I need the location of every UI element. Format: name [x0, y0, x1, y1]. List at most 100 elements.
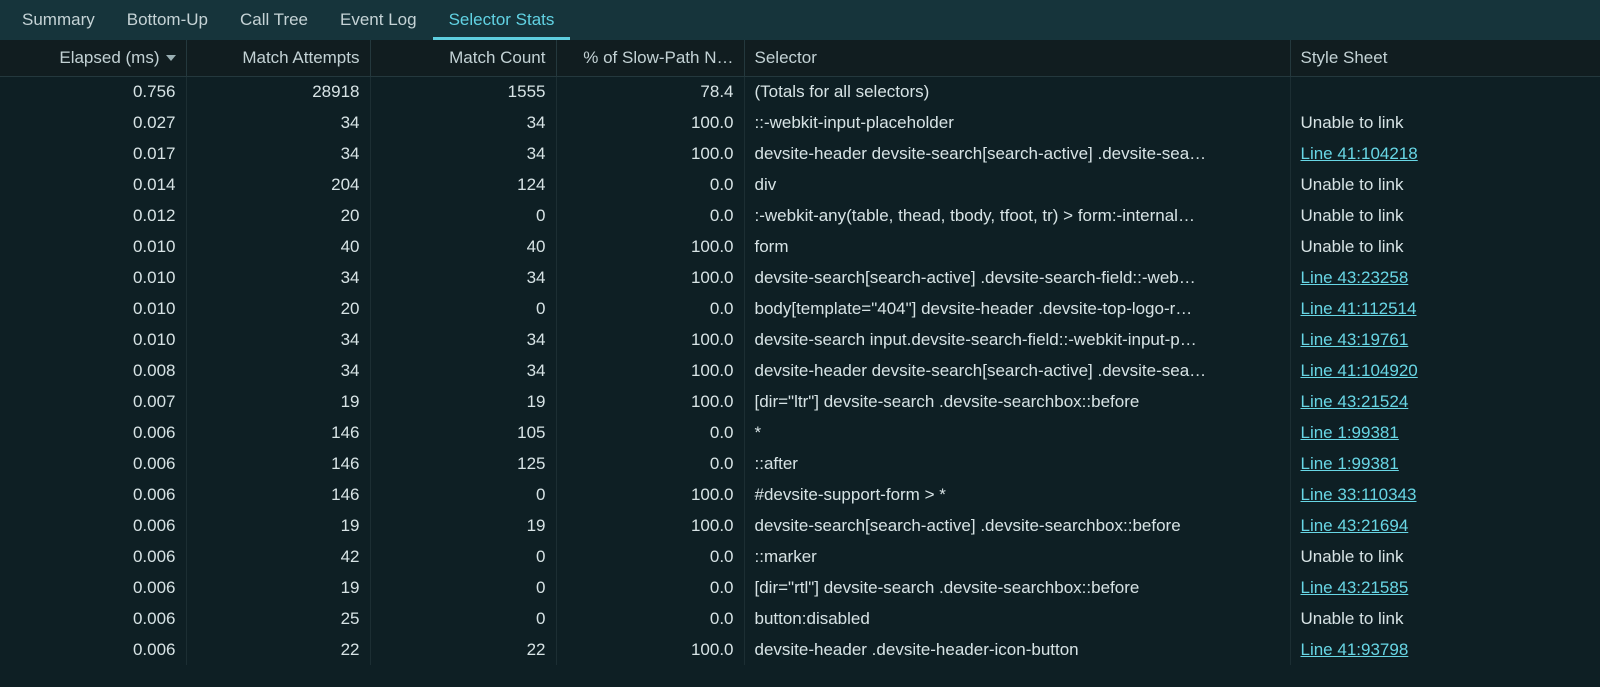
cell-pct: 100.0 [556, 386, 744, 417]
table-row[interactable]: 0.0071919100.0[dir="ltr"] devsite-search… [0, 386, 1600, 417]
column-header-count[interactable]: Match Count [370, 40, 556, 76]
table-row[interactable]: 0.75628918155578.4(Totals for all select… [0, 76, 1600, 107]
tab-call-tree[interactable]: Call Tree [224, 0, 324, 40]
column-header-elapsed[interactable]: Elapsed (ms) [0, 40, 186, 76]
style-sheet-unlinked: Unable to link [1301, 175, 1404, 194]
cell-style-sheet: Line 41:93798 [1290, 634, 1600, 665]
cell-pct: 100.0 [556, 231, 744, 262]
cell-elapsed: 0.017 [0, 138, 186, 169]
cell-style-sheet [1290, 76, 1600, 107]
cell-elapsed: 0.006 [0, 603, 186, 634]
cell-count: 0 [370, 479, 556, 510]
cell-pct: 0.0 [556, 200, 744, 231]
column-header-attempts[interactable]: Match Attempts [186, 40, 370, 76]
table-row[interactable]: 0.0104040100.0formUnable to link [0, 231, 1600, 262]
cell-attempts: 40 [186, 231, 370, 262]
column-header-label: Style Sheet [1301, 48, 1388, 67]
cell-selector: devsite-header .devsite-header-icon-butt… [744, 634, 1290, 665]
style-sheet-link[interactable]: Line 41:93798 [1301, 640, 1409, 659]
cell-attempts: 34 [186, 262, 370, 293]
style-sheet-link[interactable]: Line 1:99381 [1301, 423, 1399, 442]
cell-attempts: 20 [186, 293, 370, 324]
table-row[interactable]: 0.0103434100.0devsite-search input.devsi… [0, 324, 1600, 355]
cell-pct: 0.0 [556, 603, 744, 634]
cell-attempts: 146 [186, 417, 370, 448]
cell-count: 1555 [370, 76, 556, 107]
table-row[interactable]: 0.0062222100.0devsite-header .devsite-he… [0, 634, 1600, 665]
table-body: 0.75628918155578.4(Totals for all select… [0, 76, 1600, 665]
table-row[interactable]: 0.0083434100.0devsite-header devsite-sea… [0, 355, 1600, 386]
table-row[interactable]: 0.0102000.0body[template="404"] devsite-… [0, 293, 1600, 324]
table-row[interactable]: 0.0062500.0button:disabledUnable to link [0, 603, 1600, 634]
cell-selector: devsite-header devsite-search[search-act… [744, 138, 1290, 169]
table-row[interactable]: 0.0142041240.0divUnable to link [0, 169, 1600, 200]
cell-pct: 100.0 [556, 262, 744, 293]
cell-attempts: 25 [186, 603, 370, 634]
selector-stats-table: Elapsed (ms)Match Attempts Match Count % o… [0, 40, 1600, 665]
table-row[interactable]: 0.0061460100.0#devsite-support-form > *L… [0, 479, 1600, 510]
table-row[interactable]: 0.0061461250.0::afterLine 1:99381 [0, 448, 1600, 479]
cell-pct: 100.0 [556, 138, 744, 169]
cell-attempts: 22 [186, 634, 370, 665]
cell-elapsed: 0.010 [0, 324, 186, 355]
tab-summary[interactable]: Summary [6, 0, 111, 40]
cell-pct: 100.0 [556, 324, 744, 355]
tab-bottom-up[interactable]: Bottom-Up [111, 0, 224, 40]
style-sheet-link[interactable]: Line 43:19761 [1301, 330, 1409, 349]
cell-selector: * [744, 417, 1290, 448]
cell-count: 0 [370, 541, 556, 572]
style-sheet-link[interactable]: Line 1:99381 [1301, 454, 1399, 473]
cell-style-sheet: Unable to link [1290, 169, 1600, 200]
cell-selector: (Totals for all selectors) [744, 76, 1290, 107]
table-row[interactable]: 0.0061900.0[dir="rtl"] devsite-search .d… [0, 572, 1600, 603]
table-row[interactable]: 0.0064200.0::markerUnable to link [0, 541, 1600, 572]
cell-attempts: 34 [186, 138, 370, 169]
cell-attempts: 20 [186, 200, 370, 231]
cell-count: 34 [370, 324, 556, 355]
style-sheet-link[interactable]: Line 43:21585 [1301, 578, 1409, 597]
sort-indicator-icon [166, 55, 176, 61]
cell-style-sheet: Line 33:110343 [1290, 479, 1600, 510]
style-sheet-link[interactable]: Line 43:23258 [1301, 268, 1409, 287]
cell-pct: 100.0 [556, 510, 744, 541]
style-sheet-link[interactable]: Line 33:110343 [1301, 485, 1417, 504]
table-row[interactable]: 0.0122000.0:-webkit-any(table, thead, tb… [0, 200, 1600, 231]
cell-attempts: 19 [186, 510, 370, 541]
table-row[interactable]: 0.0103434100.0devsite-search[search-acti… [0, 262, 1600, 293]
cell-style-sheet: Line 41:112514 [1290, 293, 1600, 324]
style-sheet-link[interactable]: Line 41:112514 [1301, 299, 1417, 318]
cell-selector: devsite-search[search-active] .devsite-s… [744, 510, 1290, 541]
cell-style-sheet: Line 1:99381 [1290, 448, 1600, 479]
cell-selector: :-webkit-any(table, thead, tbody, tfoot,… [744, 200, 1290, 231]
tab-event-log[interactable]: Event Log [324, 0, 433, 40]
cell-pct: 0.0 [556, 169, 744, 200]
column-header-label: Selector [755, 48, 817, 67]
column-header-pct[interactable]: % of Slow-Path N… [556, 40, 744, 76]
column-header-sheet[interactable]: Style Sheet [1290, 40, 1600, 76]
style-sheet-link[interactable]: Line 41:104218 [1301, 144, 1418, 163]
column-header-selector[interactable]: Selector [744, 40, 1290, 76]
table-row[interactable]: 0.0173434100.0devsite-header devsite-sea… [0, 138, 1600, 169]
cell-count: 0 [370, 200, 556, 231]
table-row[interactable]: 0.0061919100.0devsite-search[search-acti… [0, 510, 1600, 541]
devtools-performance-selector-stats: SummaryBottom-UpCall Tree Event Log Select… [0, 0, 1600, 665]
cell-elapsed: 0.010 [0, 262, 186, 293]
style-sheet-link[interactable]: Line 41:104920 [1301, 361, 1418, 380]
cell-attempts: 146 [186, 479, 370, 510]
cell-style-sheet: Unable to link [1290, 231, 1600, 262]
tab-label: Selector Stats [449, 10, 555, 30]
cell-elapsed: 0.006 [0, 479, 186, 510]
table-row[interactable]: 0.0273434100.0::-webkit-input-placeholde… [0, 107, 1600, 138]
cell-selector: button:disabled [744, 603, 1290, 634]
style-sheet-link[interactable]: Line 43:21694 [1301, 516, 1409, 535]
tab-label: Event Log [340, 10, 417, 30]
table-row[interactable]: 0.0061461050.0*Line 1:99381 [0, 417, 1600, 448]
cell-selector: [dir="rtl"] devsite-search .devsite-sear… [744, 572, 1290, 603]
column-header-label: Match Count [449, 48, 545, 67]
cell-style-sheet: Line 1:99381 [1290, 417, 1600, 448]
cell-elapsed: 0.010 [0, 293, 186, 324]
style-sheet-link[interactable]: Line 43:21524 [1301, 392, 1409, 411]
tab-selector-stats[interactable]: Selector Stats [433, 0, 571, 40]
cell-pct: 78.4 [556, 76, 744, 107]
style-sheet-unlinked: Unable to link [1301, 237, 1404, 256]
